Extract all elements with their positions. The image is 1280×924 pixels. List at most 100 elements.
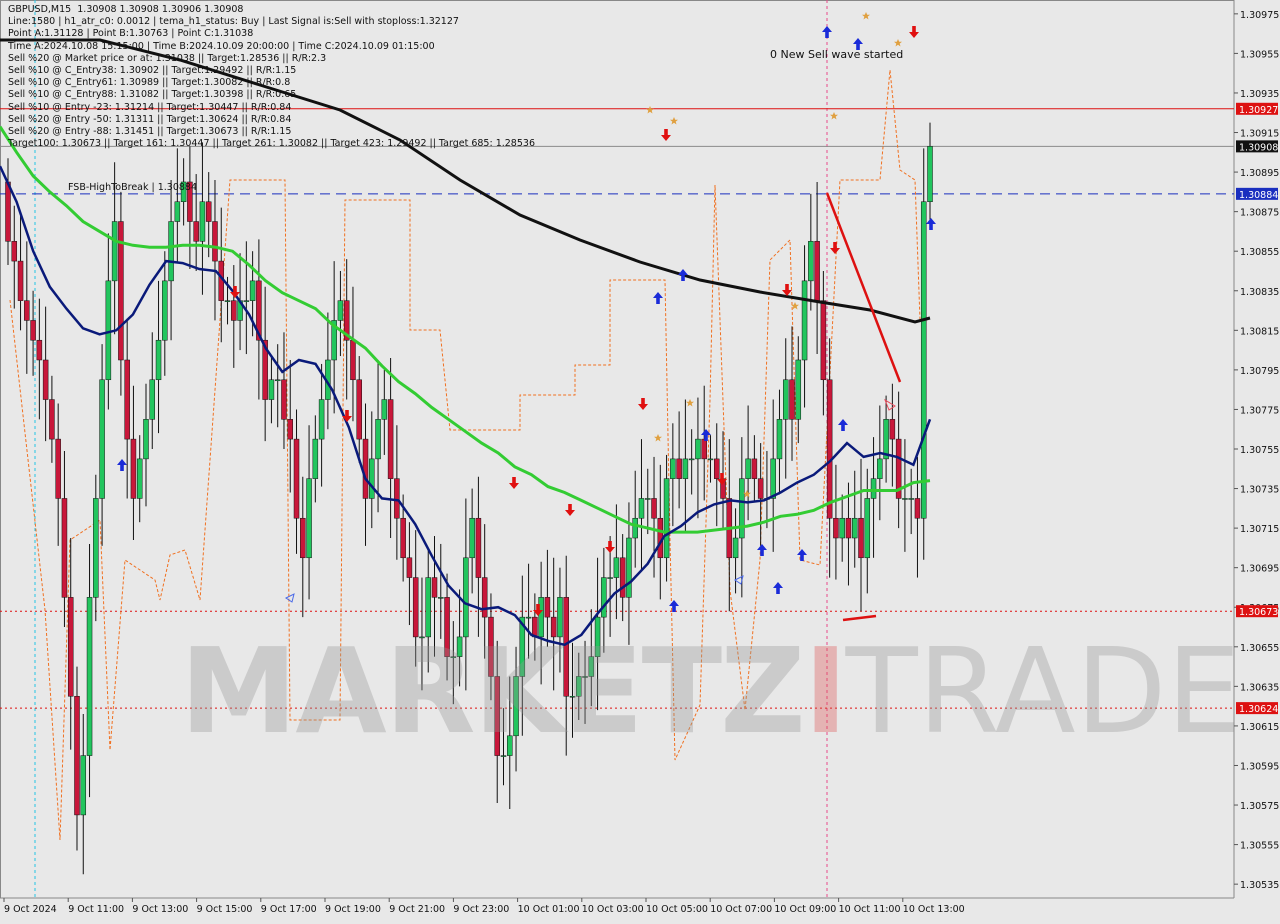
bull-candle — [268, 379, 275, 400]
bull-candle — [870, 478, 877, 499]
bull-candle — [318, 399, 325, 440]
star-shape — [894, 39, 902, 47]
level-tag-label: 1.30884 — [1239, 190, 1278, 201]
info-line: Point A:1.31128 | Point B:1.30763 | Poin… — [8, 28, 254, 40]
level-tag-label: 1.30908 — [1239, 142, 1278, 153]
bear-candle — [30, 320, 36, 341]
star-icon — [646, 106, 654, 114]
bear-candle — [11, 241, 18, 262]
buy-arrow-icon — [773, 582, 783, 594]
candles — [5, 122, 933, 875]
bull-candle — [663, 478, 670, 559]
time-tick-label: 9 Oct 2024 — [4, 904, 57, 915]
buy-arrow-icon — [678, 269, 688, 281]
bear-candle — [814, 241, 820, 301]
bear-candle — [651, 498, 657, 519]
bull-candle — [199, 201, 206, 242]
buy-arrow-icon — [822, 26, 832, 38]
price-tick-label: 1.30615 — [1240, 722, 1279, 733]
wave-note: 0 New Sell wave started — [770, 48, 904, 61]
arrow-shape — [638, 398, 648, 410]
bull-candle — [688, 458, 695, 461]
bull-candle — [808, 241, 814, 282]
bull-candle — [601, 577, 607, 618]
price-tick-label: 1.30795 — [1240, 366, 1279, 377]
arrow-shape — [926, 218, 936, 230]
star-shape — [670, 117, 678, 125]
buy-arrow-icon — [926, 218, 936, 230]
bull-candle — [632, 517, 638, 539]
bull-candle — [243, 300, 250, 302]
bull-candle — [136, 458, 143, 499]
bull-candle — [782, 379, 789, 420]
bull-candle — [682, 458, 689, 479]
arrow-shape — [342, 410, 352, 422]
bear-candle — [287, 419, 293, 440]
bull-candle — [695, 438, 701, 460]
star-shape — [862, 12, 870, 20]
bull-candle — [86, 597, 93, 756]
buy-arrow-icon — [653, 292, 663, 304]
time-tick-label: 9 Oct 19:00 — [325, 904, 381, 915]
star-icon — [862, 12, 870, 20]
bear-candle — [42, 359, 49, 400]
level-tag-label: 1.30927 — [1239, 105, 1278, 116]
arrow-shape — [773, 582, 783, 594]
price-tick-label: 1.30535 — [1240, 880, 1279, 891]
star-shape — [686, 399, 694, 407]
time-tick-label: 10 Oct 09:00 — [774, 904, 836, 915]
bull-candle — [613, 557, 620, 578]
arrow-shape — [822, 26, 832, 38]
time-tick-label: 9 Oct 13:00 — [132, 904, 188, 915]
buy-arrow-icon — [797, 549, 807, 561]
bull-candle — [149, 379, 156, 420]
bull-candle — [902, 498, 908, 500]
arrow-shape — [797, 549, 807, 561]
bull-candle — [224, 300, 231, 302]
bear-candle — [914, 498, 921, 519]
star-icon — [686, 399, 694, 407]
bear-candle — [845, 517, 852, 539]
bear-candle — [713, 458, 720, 479]
bull-candle — [670, 458, 676, 479]
bear-candle — [820, 300, 827, 381]
sell-arrow-icon — [565, 504, 575, 516]
sell-trendline — [825, 192, 902, 383]
price-tick-label: 1.30855 — [1240, 247, 1279, 258]
bear-candle — [701, 438, 707, 460]
time-tick-label: 10 Oct 11:00 — [839, 904, 901, 915]
bear-candle — [858, 517, 864, 559]
arrow-shape — [117, 459, 127, 471]
bull-candle — [877, 458, 883, 479]
buy-arrow-icon — [669, 600, 679, 612]
price-tick-label: 1.30835 — [1240, 287, 1279, 298]
info-line: Sell %20 @ Market price or at: 1.31038 |… — [8, 52, 327, 64]
bull-candle — [864, 498, 871, 559]
bull-candle — [795, 359, 802, 420]
bear-candle — [400, 517, 406, 559]
star-shape — [830, 112, 838, 120]
zone-marker-icon — [285, 593, 295, 603]
time-tick-label: 9 Oct 15:00 — [197, 904, 253, 915]
arrow-shape — [838, 419, 848, 431]
price-tick-label: 1.30715 — [1240, 524, 1279, 535]
price-tick-label: 1.30775 — [1240, 405, 1279, 416]
bull-candle — [162, 280, 168, 341]
bull-candle — [739, 478, 745, 539]
time-tick-label: 10 Oct 05:00 — [646, 904, 708, 915]
bull-candle — [801, 280, 808, 361]
bear-candle — [362, 438, 369, 499]
info-line: Sell %10 @ C_Entry61: 1.30989 || Target:… — [8, 77, 291, 89]
price-tick-label: 1.30555 — [1240, 841, 1279, 852]
star-shape — [654, 434, 662, 442]
sell-arrow-icon — [782, 284, 792, 296]
bear-candle — [544, 597, 551, 618]
info-line: Sell %10 @ C_Entry88: 1.31082 || Target:… — [8, 89, 297, 101]
sell-arrow-icon — [605, 541, 615, 553]
bear-candle — [481, 577, 488, 618]
buy-arrow-icon — [838, 419, 848, 431]
time-tick-label: 10 Oct 01:00 — [518, 904, 580, 915]
bull-candle — [143, 419, 149, 460]
bear-candle — [757, 478, 764, 499]
info-line: Time A:2024.10.08 15:15:00 | Time B:2024… — [8, 40, 435, 52]
